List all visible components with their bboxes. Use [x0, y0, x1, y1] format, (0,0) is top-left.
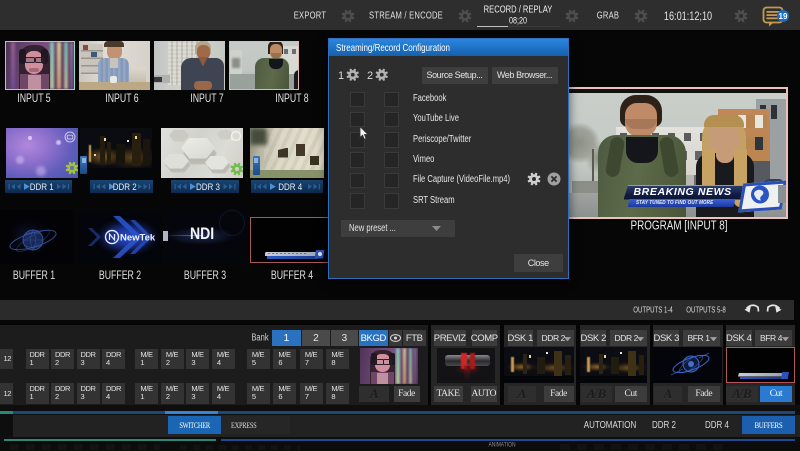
- svg-text:DDR 3: DDR 3: [196, 182, 220, 193]
- svg-text:19: 19: [779, 12, 788, 21]
- svg-text:DDR 4: DDR 4: [278, 182, 302, 193]
- svg-text:DDR 1: DDR 1: [29, 182, 53, 193]
- svg-text:NewTek: NewTek: [120, 233, 156, 244]
- svg-text:DDR 2: DDR 2: [112, 182, 136, 193]
